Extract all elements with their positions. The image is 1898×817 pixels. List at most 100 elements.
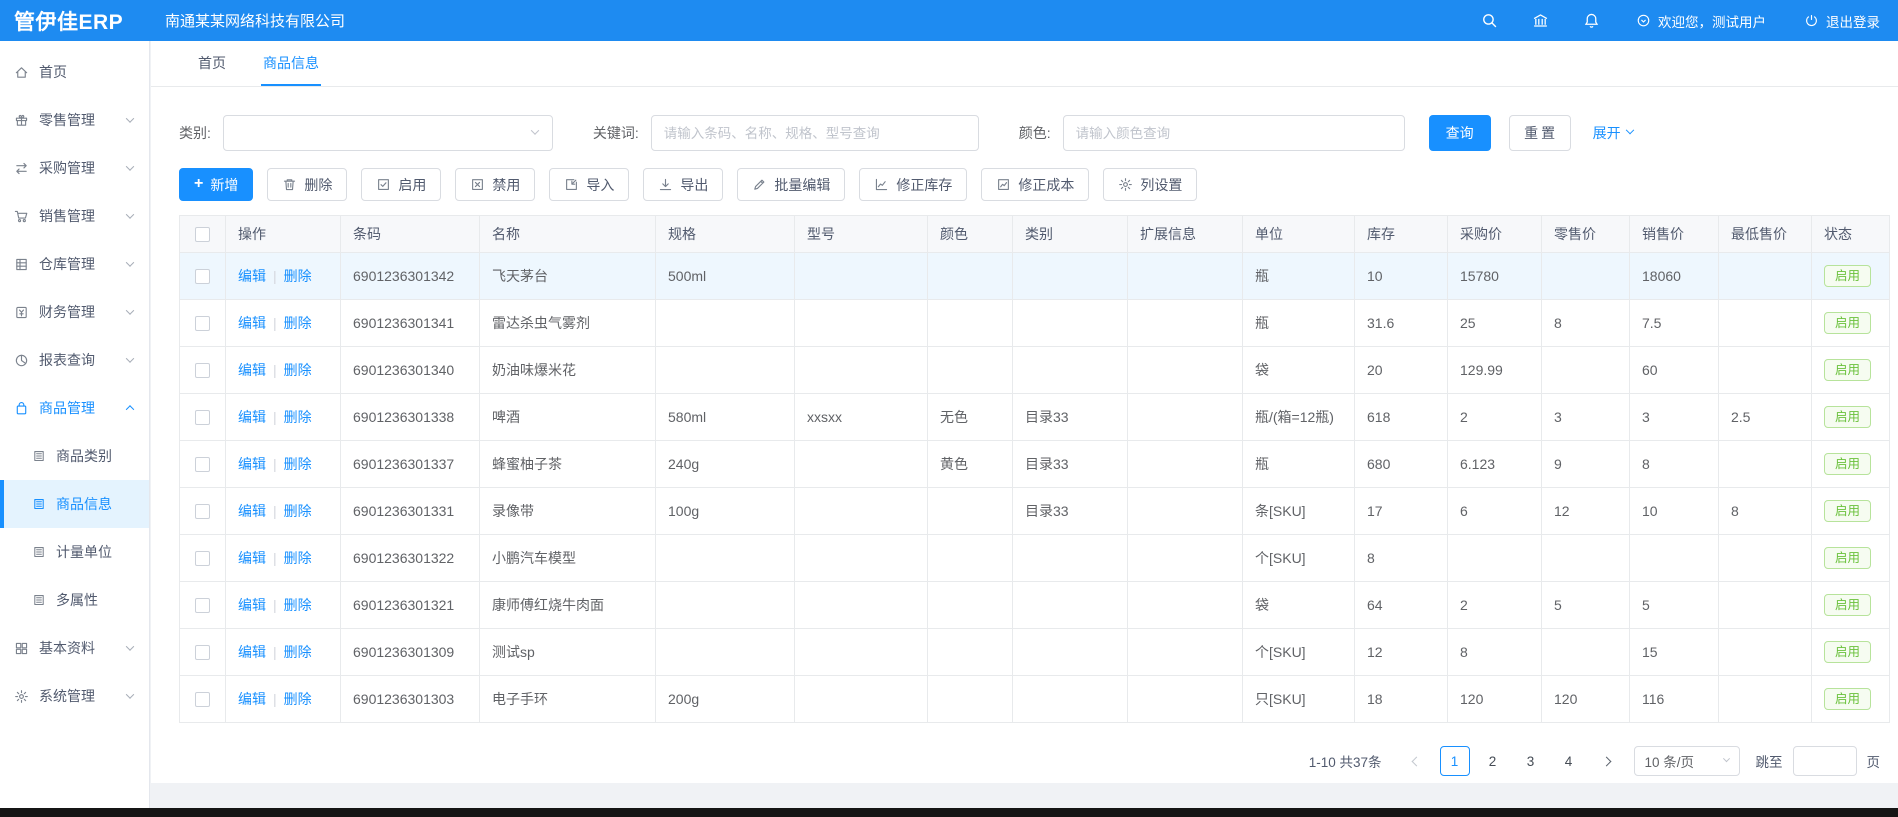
fix-stock-button[interactable]: 修正库存	[859, 168, 967, 201]
edit-link[interactable]: 编辑	[238, 691, 266, 707]
search-button[interactable]: 查询	[1429, 115, 1491, 151]
cell-barcode: 6901236301340	[341, 347, 480, 394]
sidebar-item-reports[interactable]: 报表查询	[0, 336, 149, 384]
delete-link[interactable]: 删除	[284, 503, 312, 519]
import-button[interactable]: 导入	[549, 168, 629, 201]
page-button-1[interactable]: 1	[1440, 746, 1470, 776]
page-button-3[interactable]: 3	[1516, 746, 1546, 776]
welcome-user[interactable]: 欢迎您，测试用户	[1636, 11, 1766, 31]
select-all-checkbox[interactable]	[195, 227, 210, 242]
edit-link[interactable]: 编辑	[238, 362, 266, 378]
edit-link[interactable]: 编辑	[238, 644, 266, 660]
cell-model	[795, 253, 928, 300]
delete-link[interactable]: 删除	[284, 456, 312, 472]
sidebar-item-label: 基本资料	[39, 638, 95, 658]
cell-ext	[1128, 394, 1243, 441]
cell-unit: 个[SKU]	[1243, 629, 1355, 676]
row-checkbox[interactable]	[195, 551, 210, 566]
column-header-14: 状态	[1812, 216, 1890, 253]
sidebar-item-products[interactable]: 商品管理	[0, 384, 149, 432]
sidebar-item-home[interactable]: 首页	[0, 48, 149, 96]
delete-link[interactable]: 删除	[284, 315, 312, 331]
color-input[interactable]	[1063, 115, 1405, 151]
bank-icon[interactable]	[1532, 12, 1549, 29]
link-separator: |	[273, 597, 277, 613]
toolbar-button-label: 删除	[304, 175, 332, 195]
table-row: 编辑|删除6901236301341雷达杀虫气雾剂瓶31.62587.5启用	[180, 300, 1890, 347]
jump-input[interactable]	[1793, 746, 1857, 776]
edit-link[interactable]: 编辑	[238, 268, 266, 284]
batch-edit-button[interactable]: 批量编辑	[737, 168, 845, 201]
toolbar-button-label: 导出	[680, 175, 708, 195]
row-checkbox[interactable]	[195, 457, 210, 472]
cell-model	[795, 629, 928, 676]
cell-ext	[1128, 488, 1243, 535]
fix-cost-button[interactable]: 修正成本	[981, 168, 1089, 201]
row-checkbox[interactable]	[195, 504, 210, 519]
delete-link[interactable]: 删除	[284, 362, 312, 378]
expand-link[interactable]: 展开	[1593, 123, 1633, 143]
sidebar-subitem-measure-unit[interactable]: 计量单位	[0, 528, 149, 576]
sidebar-item-label: 采购管理	[39, 158, 95, 178]
row-checkbox[interactable]	[195, 316, 210, 331]
edit-link[interactable]: 编辑	[238, 409, 266, 425]
column-header-0: 操作	[226, 216, 341, 253]
table-row: 编辑|删除6901236301331录像带100g目录33条[SKU]17612…	[180, 488, 1890, 535]
cell-color	[928, 535, 1013, 582]
export-button[interactable]: 导出	[643, 168, 723, 201]
page-buttons: 1234	[1436, 746, 1588, 776]
sidebar-subitem-product-category[interactable]: 商品类别	[0, 432, 149, 480]
operation-cell: 编辑 | 删除	[226, 582, 341, 629]
edit-link[interactable]: 编辑	[238, 315, 266, 331]
page-button-4[interactable]: 4	[1554, 746, 1584, 776]
delete-button[interactable]: 删除	[267, 168, 347, 201]
sidebar-item-system[interactable]: 系统管理	[0, 672, 149, 720]
delete-link[interactable]: 删除	[284, 550, 312, 566]
sidebar-item-retail[interactable]: 零售管理	[0, 96, 149, 144]
keyword-input[interactable]	[651, 115, 979, 151]
tab-home[interactable]: 首页	[196, 41, 228, 86]
search-icon[interactable]	[1481, 12, 1498, 29]
page-button-2[interactable]: 2	[1478, 746, 1508, 776]
row-checkbox[interactable]	[195, 410, 210, 425]
cell-stock: 64	[1355, 582, 1448, 629]
next-page-button[interactable]	[1592, 746, 1622, 776]
row-checkbox[interactable]	[195, 363, 210, 378]
edit-link[interactable]: 编辑	[238, 550, 266, 566]
sidebar-item-finance[interactable]: 财务管理	[0, 288, 149, 336]
sidebar-item-sales[interactable]: 销售管理	[0, 192, 149, 240]
sidebar-item-purchase[interactable]: 采购管理	[0, 144, 149, 192]
column-header-8: 单位	[1243, 216, 1355, 253]
column-settings-button[interactable]: 列设置	[1103, 168, 1197, 201]
delete-link[interactable]: 删除	[284, 597, 312, 613]
row-checkbox[interactable]	[195, 645, 210, 660]
delete-link[interactable]: 删除	[284, 268, 312, 284]
edit-link[interactable]: 编辑	[238, 456, 266, 472]
tab-product-info[interactable]: 商品信息	[261, 41, 321, 86]
status-badge: 启用	[1824, 312, 1871, 335]
disable-button[interactable]: 禁用	[455, 168, 535, 201]
delete-link[interactable]: 删除	[284, 644, 312, 660]
add-button[interactable]: +新增	[179, 168, 253, 201]
row-checkbox[interactable]	[195, 692, 210, 707]
sidebar-subitem-multi-attribute[interactable]: 多属性	[0, 576, 149, 624]
sidebar-subitem-label: 计量单位	[56, 542, 112, 562]
sidebar-item-basic-data[interactable]: 基本资料	[0, 624, 149, 672]
sidebar-item-warehouse[interactable]: 仓库管理	[0, 240, 149, 288]
row-checkbox[interactable]	[195, 269, 210, 284]
enable-button[interactable]: 启用	[361, 168, 441, 201]
reset-button[interactable]: 重置	[1509, 115, 1571, 151]
delete-link[interactable]: 删除	[284, 409, 312, 425]
edit-link[interactable]: 编辑	[238, 597, 266, 613]
bell-icon[interactable]	[1583, 12, 1600, 29]
page-size-select[interactable]: 10 条/页	[1634, 746, 1740, 776]
cell-status: 启用	[1812, 676, 1890, 723]
prev-page-button[interactable]	[1402, 746, 1432, 776]
category-select[interactable]	[223, 115, 553, 151]
edit-link[interactable]: 编辑	[238, 503, 266, 519]
logout-button[interactable]: 退出登录	[1804, 11, 1880, 31]
sidebar-subitem-product-info[interactable]: 商品信息	[0, 480, 149, 528]
delete-link[interactable]: 删除	[284, 691, 312, 707]
cell-status: 启用	[1812, 300, 1890, 347]
row-checkbox[interactable]	[195, 598, 210, 613]
